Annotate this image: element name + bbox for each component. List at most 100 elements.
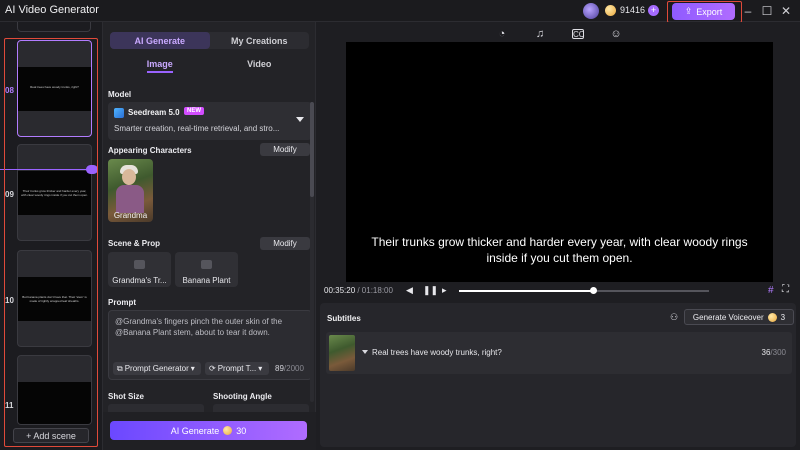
- chevron-down-icon[interactable]: [296, 117, 304, 122]
- character-grandma[interactable]: Grandma: [108, 159, 153, 222]
- generate-bar: AI Generate 30: [103, 412, 316, 450]
- music-icon[interactable]: ♫: [534, 28, 546, 40]
- export-highlight-box: [667, 1, 742, 23]
- video-preview[interactable]: Their trunks grow thicker and harder eve…: [346, 42, 773, 282]
- coin-count: 91416: [620, 5, 646, 15]
- character-icon[interactable]: ☺: [610, 28, 622, 40]
- ai-generate-button[interactable]: AI Generate 30: [110, 421, 307, 440]
- subtitle-thumbnail: [329, 335, 355, 371]
- prompt-template-button[interactable]: ⟳ Prompt T... ▾: [205, 362, 269, 375]
- volume-icon[interactable]: ◀: [406, 285, 413, 296]
- tab-my-creations[interactable]: My Creations: [210, 32, 310, 49]
- modify-props-button[interactable]: Modify: [260, 237, 310, 250]
- prompt-count-max: /2000: [283, 364, 304, 373]
- image-placeholder-icon: [201, 260, 212, 269]
- character-face: [122, 169, 136, 185]
- add-coins-button[interactable]: +: [648, 5, 659, 16]
- prompt-generator-button[interactable]: ⧉ Prompt Generator ▾: [113, 362, 201, 375]
- chevron-down-icon: ▾: [258, 364, 263, 373]
- prompt-text[interactable]: @Grandma's fingers pinch the outer skin …: [115, 316, 305, 338]
- tab-video[interactable]: Video: [210, 59, 310, 75]
- next-frame-icon[interactable]: ▸: [442, 285, 447, 296]
- character-body: [116, 185, 144, 213]
- characters-label: Appearing Characters: [108, 146, 192, 155]
- model-description: Smarter creation, real-time retrieval, a…: [114, 124, 280, 133]
- chevron-down-icon[interactable]: [362, 350, 368, 354]
- subtitle-row[interactable]: Real trees have woody trunks, right? 36/…: [326, 332, 792, 374]
- generate-label: AI Generate: [170, 425, 220, 436]
- time-current: 00:35:20: [324, 286, 356, 295]
- subtitle-overlay: Their trunks grow thicker and harder eve…: [371, 235, 748, 265]
- add-scene-button[interactable]: + Add scene: [13, 428, 89, 443]
- shot-size-label: Shot Size: [108, 392, 145, 401]
- seedream-logo-icon: [114, 108, 124, 118]
- new-badge: NEW: [184, 107, 204, 115]
- close-icon[interactable]: ✕: [779, 4, 793, 18]
- voiceover-label: Generate Voiceover: [692, 312, 764, 322]
- prop-label: Banana Plant: [182, 276, 231, 285]
- maximize-icon[interactable]: ☐: [760, 4, 774, 18]
- prompt-input[interactable]: @Grandma's fingers pinch the outer skin …: [108, 310, 312, 380]
- pause-icon[interactable]: ❚❚: [423, 285, 438, 296]
- tab-image[interactable]: Image: [110, 59, 210, 75]
- sub-tabs: Image Video: [110, 59, 309, 75]
- app-title: AI Video Generator: [5, 4, 99, 16]
- shooting-angle-select[interactable]: [213, 404, 309, 412]
- model-select[interactable]: Seedream 5.0 NEW Smarter creation, real-…: [108, 102, 312, 140]
- coin-icon: [223, 426, 233, 435]
- scene-list: Real trees have woody trunks, right? 08 …: [0, 22, 103, 450]
- title-bar: AI Video Generator 91416 + ⇪ Export – ☐ …: [0, 0, 800, 23]
- prompt-generator-label: Prompt Generator: [124, 364, 189, 373]
- generate-cost: 30: [236, 425, 247, 436]
- scene-prop-label: Scene & Prop: [108, 239, 161, 248]
- time-total: / 01:18:00: [355, 286, 393, 295]
- subtitles-panel: Subtitles ⚇ Generate Voiceover 3 Real tr…: [320, 303, 796, 447]
- tab-ai-generate[interactable]: AI Generate: [110, 32, 210, 49]
- shooting-angle-label: Shooting Angle: [213, 392, 272, 401]
- subtitles-title: Subtitles: [327, 314, 361, 323]
- avatar[interactable]: [583, 3, 599, 19]
- progress-handle[interactable]: [589, 287, 597, 294]
- prompt-count-value: 89: [275, 364, 284, 373]
- character-name: Grandma: [113, 211, 148, 220]
- voice-icon[interactable]: ◔: [496, 28, 508, 40]
- panel-scrollbar[interactable]: [310, 102, 314, 402]
- scene-card-previous[interactable]: [17, 22, 91, 32]
- coin-icon: [767, 312, 777, 322]
- subtitle-count-max: /300: [770, 348, 786, 357]
- coin-icon: [605, 5, 616, 16]
- chevron-down-icon: ▾: [190, 364, 195, 373]
- minimize-icon[interactable]: –: [741, 4, 755, 18]
- prompt-char-count: 89/2000: [275, 364, 304, 373]
- tab-image-label: Image: [146, 59, 173, 73]
- tab-video-label: Video: [247, 59, 272, 69]
- shot-size-select[interactable]: [108, 404, 204, 412]
- main-tabs: AI Generate My Creations: [110, 32, 309, 49]
- generate-voiceover-button[interactable]: Generate Voiceover 3: [684, 309, 794, 325]
- subtitle-char-count: 36/300: [762, 348, 786, 357]
- modify-characters-button[interactable]: Modify: [260, 143, 310, 156]
- scene-highlight-box: [4, 38, 98, 447]
- prop-banana-plant[interactable]: Banana Plant: [175, 252, 238, 287]
- progress-fill: [459, 290, 593, 292]
- prompt-template-label: Prompt T...: [217, 364, 257, 373]
- model-name: Seedream 5.0: [128, 108, 180, 117]
- template-icon: ⟳: [209, 364, 216, 373]
- preview-area: ◔ ♫ CC ☺ Their trunks grow thicker and h…: [316, 22, 800, 450]
- scrollbar-thumb[interactable]: [310, 102, 314, 197]
- captions-icon[interactable]: CC: [572, 29, 585, 39]
- progress-track[interactable]: [459, 287, 709, 294]
- fullscreen-icon[interactable]: ⛶: [782, 284, 789, 295]
- generation-panel: AI Generate My Creations Image Video Mod…: [103, 22, 316, 450]
- sparkle-icon: ⧉: [117, 363, 123, 373]
- app-window: AI Video Generator 91416 + ⇪ Export – ☐ …: [0, 0, 800, 450]
- prop-grandmas-tree[interactable]: Grandma's Tr...: [108, 252, 171, 287]
- voiceover-cost: 3: [780, 312, 786, 322]
- grid-icon[interactable]: #: [768, 285, 774, 296]
- model-label: Model: [108, 90, 132, 99]
- subtitle-text[interactable]: Real trees have woody trunks, right?: [372, 348, 502, 357]
- prop-label: Grandma's Tr...: [112, 276, 167, 285]
- voice-settings-icon[interactable]: ⚇: [670, 312, 678, 323]
- image-placeholder-icon: [134, 260, 145, 269]
- prompt-label: Prompt: [108, 298, 136, 307]
